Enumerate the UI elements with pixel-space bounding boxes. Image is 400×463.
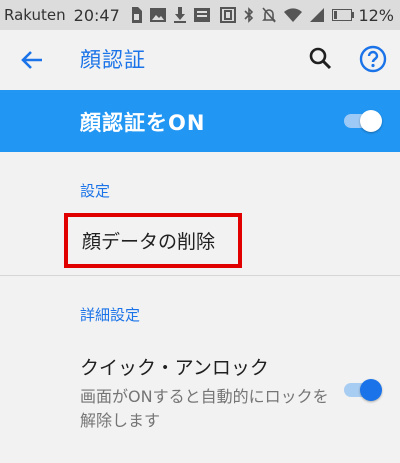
section-header-settings: 設定 [80, 182, 111, 200]
signal-icon [310, 8, 325, 22]
status-right-icons: 12% [220, 6, 394, 25]
battery-percent: 12% [358, 5, 394, 25]
bluetooth-icon [244, 7, 254, 23]
status-time: 20:47 [73, 5, 120, 25]
app-toolbar: 顔認証 [0, 30, 400, 88]
face-unlock-master-switch[interactable]: 顔認証をON [0, 90, 400, 152]
message-icon [193, 8, 210, 22]
delete-face-data-item[interactable]: 顔データの削除 [64, 213, 242, 268]
search-button[interactable] [306, 44, 336, 74]
page-title: 顔認証 [80, 48, 146, 72]
battery-icon [332, 9, 355, 21]
image-icon [149, 8, 166, 22]
section-header-advanced: 詳細設定 [80, 306, 141, 324]
toggle-thumb [360, 110, 382, 132]
arrow-back-icon [21, 51, 42, 69]
quick-unlock-summary: 画面がONすると自動的にロックを解除します [80, 387, 329, 430]
download-icon [173, 7, 186, 23]
mute-icon [262, 7, 277, 23]
quick-unlock-title: クイック・アンロック [80, 357, 269, 379]
carrier-name: Rakuten [4, 6, 66, 24]
nfc-icon [220, 7, 237, 23]
help-icon [359, 45, 387, 73]
section-divider [0, 275, 400, 276]
master-switch-label: 顔認証をON [80, 111, 206, 135]
master-switch-toggle[interactable] [342, 109, 382, 133]
help-button[interactable] [358, 44, 388, 74]
toggle-thumb [360, 379, 382, 401]
quick-unlock-toggle[interactable] [342, 378, 382, 402]
sim-card-icon [130, 7, 142, 23]
search-icon [309, 47, 332, 70]
delete-face-data-label: 顔データの削除 [82, 231, 216, 253]
status-bar: Rakuten 20:47 12% [0, 0, 400, 30]
wifi-icon [284, 8, 303, 22]
back-button[interactable] [18, 46, 46, 74]
